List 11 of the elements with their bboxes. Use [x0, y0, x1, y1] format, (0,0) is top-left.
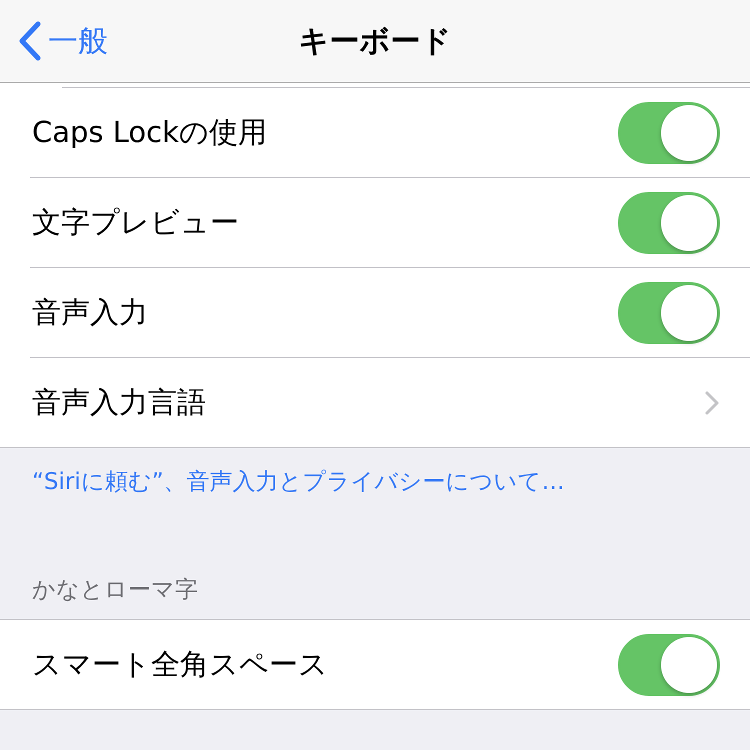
nav-title: キーボード — [298, 24, 452, 58]
setting-label: スマート全角スペース — [32, 646, 328, 682]
section-header: かなとローマ字 — [32, 577, 198, 603]
setting-label: 音声入力 — [32, 294, 148, 330]
privacy-link[interactable]: “Siriに頼む”、音声入力とプライバシーについて… — [32, 469, 565, 495]
back-button[interactable]: 一般 — [0, 19, 114, 63]
chevron-icon — [704, 390, 720, 416]
back-chevron-icon — [18, 20, 42, 62]
setting-label: 文字プレビュー — [32, 204, 239, 240]
setting-label: Caps Lockの使用 — [32, 114, 267, 150]
setting-label: 音声入力言語 — [32, 384, 206, 420]
